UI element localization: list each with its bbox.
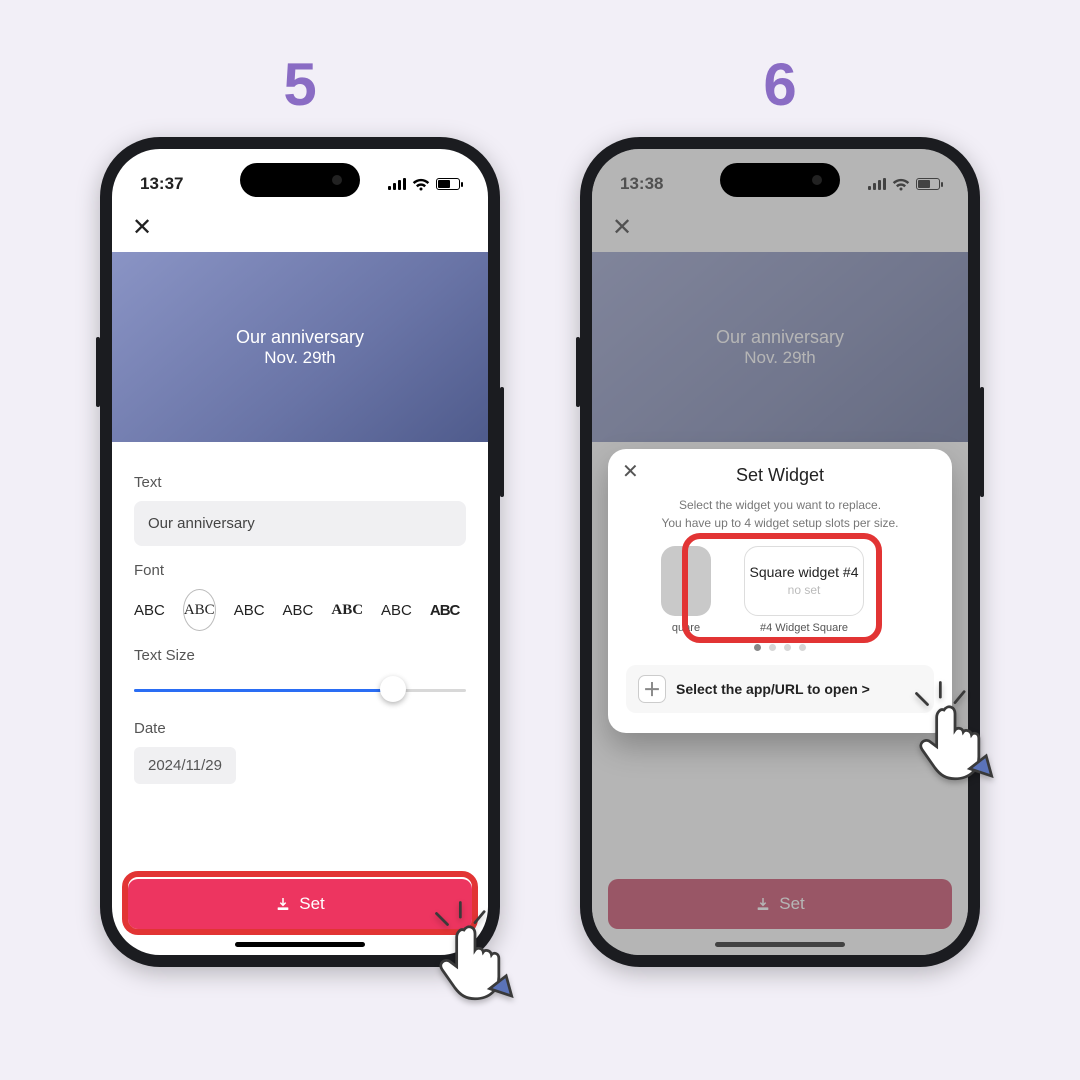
font-label: Font [134,562,466,579]
cellular-icon [388,178,406,190]
text-input[interactable]: Our anniversary [134,501,466,546]
preview-line1: Our anniversary [236,327,364,348]
font-option[interactable]: ABC [381,602,412,619]
screen-left: 13:37 ✕ Our anniversary Nov. 29th Text O… [112,149,488,955]
set-button[interactable]: Set [128,879,472,929]
wifi-icon [412,178,430,191]
date-label: Date [134,720,466,737]
font-picker[interactable]: ABC ABC ABC ABC ABC ABC ABC ABC [134,589,466,631]
modal-close-icon[interactable]: ✕ [622,459,639,484]
screen-right: 13:38 ✕ Our anniversary Nov. 29th F ABC … [592,149,968,955]
widget-slot-prev[interactable] [661,546,711,616]
dynamic-island [720,163,840,197]
widget-slot-caption: #4 Widget Square [760,622,848,634]
widget-slot-4[interactable]: Square widget #4 no set [744,546,864,616]
font-option-selected[interactable]: ABC [183,589,216,631]
select-app-label: Select the app/URL to open > [676,681,870,697]
text-label: Text [134,474,466,491]
font-option[interactable]: ABC [430,602,460,619]
home-indicator [235,942,365,947]
font-option[interactable]: ABC [234,602,265,619]
select-app-row[interactable]: ＋ Select the app/URL to open > [626,665,934,713]
set-icon [275,896,291,912]
modal-title: Set Widget [626,465,934,486]
plus-icon: ＋ [638,675,666,703]
set-button-label: Set [299,894,325,914]
modal-subtitle-2: You have up to 4 widget setup slots per … [626,514,934,532]
font-option[interactable]: ABC [331,602,363,619]
preview-line2: Nov. 29th [264,348,336,368]
font-option[interactable]: ABC [134,602,165,619]
widget-slot-caption: quare [672,622,700,634]
text-size-label: Text Size [134,647,466,664]
set-widget-modal: ✕ Set Widget Select the widget you want … [608,449,952,733]
page-dots [626,644,934,651]
phone-frame-right: 13:38 ✕ Our anniversary Nov. 29th F ABC … [580,137,980,967]
dynamic-island [240,163,360,197]
widget-slot-title: Square widget #4 [750,565,859,580]
modal-subtitle-1: Select the widget you want to replace. [626,496,934,514]
widget-preview: Our anniversary Nov. 29th [112,252,488,442]
battery-icon [436,178,460,190]
phone-frame-left: 13:37 ✕ Our anniversary Nov. 29th Text O… [100,137,500,967]
date-input[interactable]: 2024/11/29 [134,747,236,784]
font-option[interactable]: ABC [283,602,314,619]
step-number-5: 5 [283,50,316,119]
text-size-slider[interactable] [134,674,466,704]
status-time: 13:37 [140,174,183,194]
widget-slot-status: no set [788,583,821,597]
close-icon[interactable]: ✕ [132,213,152,242]
step-number-6: 6 [763,50,796,119]
